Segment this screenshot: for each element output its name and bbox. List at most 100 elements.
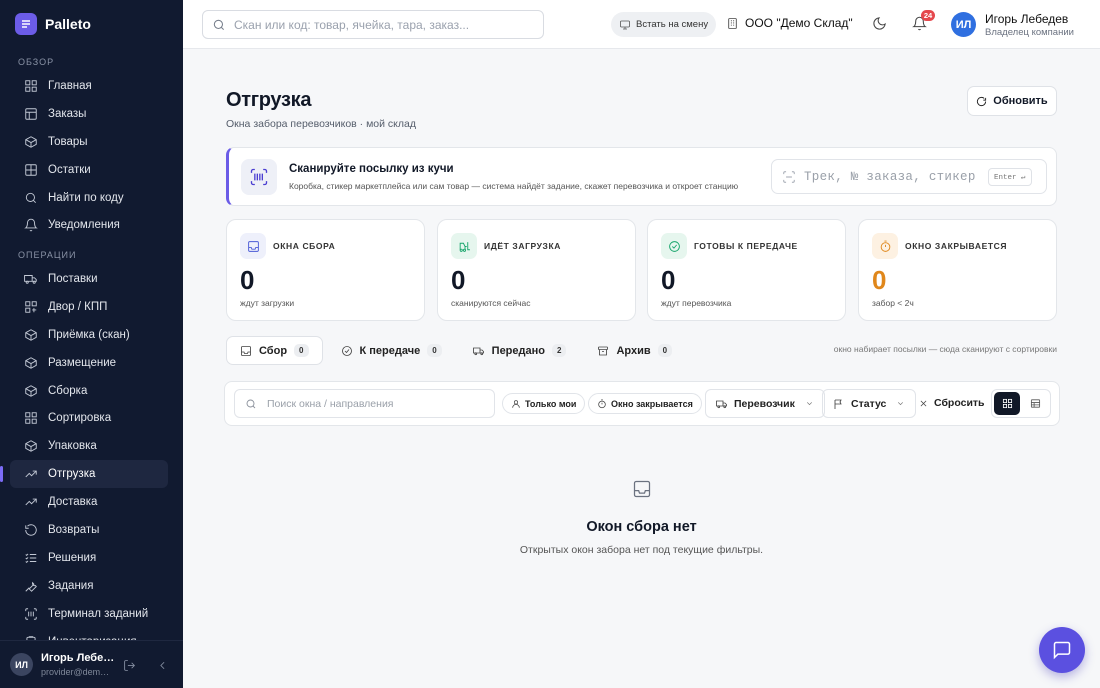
moon-icon[interactable]: [872, 16, 887, 31]
tab[interactable]: К передаче 0: [328, 336, 455, 365]
sidebar-item[interactable]: Найти по коду: [10, 184, 168, 212]
window-search-input[interactable]: [267, 397, 487, 410]
enter-key-hint: Enter ↵: [988, 167, 1032, 186]
company-switcher[interactable]: ООО "Демо Склад": [726, 16, 853, 30]
sidebar-item[interactable]: Остатки: [10, 156, 168, 184]
sidebar-item[interactable]: Терминал заданий: [10, 600, 168, 628]
sidebar-item[interactable]: Сортировка: [10, 404, 168, 432]
sidebar-item[interactable]: Решения: [10, 544, 168, 572]
sidebar-item[interactable]: Упаковка: [10, 432, 168, 460]
start-shift-button[interactable]: Встать на смену: [611, 12, 717, 37]
carrier-label: Перевозчик: [734, 397, 795, 410]
tab[interactable]: Архив 0: [584, 336, 685, 365]
user-name[interactable]: Игорь Лебедев: [985, 12, 1068, 26]
tab-label: Сбор: [259, 344, 288, 357]
sidebar-item-label: Задания: [48, 579, 94, 592]
scan-input[interactable]: [804, 169, 980, 184]
sidebar-item[interactable]: Задания: [10, 572, 168, 600]
sidebar-item-label: Двор / КПП: [48, 300, 108, 313]
return-icon: [24, 523, 38, 537]
kpi-card[interactable]: ОКНО ЗАКРЫВАЕТСЯ 0 забор < 2ч: [858, 219, 1057, 321]
sidebar-item[interactable]: Заказы: [10, 100, 168, 128]
sidebar-item-label: Решения: [48, 551, 97, 564]
window-search[interactable]: [234, 389, 495, 418]
scan-description: Коробка, стикер маркетплейса или сам тов…: [289, 181, 739, 191]
carrier-dropdown[interactable]: Перевозчик: [705, 389, 825, 418]
grid-icon: [24, 411, 38, 425]
orders-icon: [24, 107, 38, 121]
kpi-card[interactable]: ОКНА СБОРА 0 ждут загрузки: [226, 219, 425, 321]
chevron-down-icon: [892, 399, 905, 408]
sidebar-item-label: Доставка: [48, 496, 98, 509]
kpi-label: ИДЁТ ЗАГРУЗКА: [484, 241, 561, 251]
bell-icon: [24, 218, 38, 232]
reset-filters-button[interactable]: Сбросить: [919, 397, 985, 409]
check-circle-icon: [341, 345, 353, 357]
sidebar-item[interactable]: Приёмка (скан): [10, 321, 168, 349]
kpi-label: ГОТОВЫ К ПЕРЕДАЧЕ: [694, 241, 798, 251]
collapse-sidebar-icon[interactable]: [156, 659, 169, 672]
truck-icon: [24, 272, 38, 286]
status-dropdown[interactable]: Статус: [822, 389, 917, 418]
sidebar-item[interactable]: Размещение: [10, 349, 168, 377]
box-icon: [24, 439, 38, 453]
search-icon: [24, 191, 38, 205]
section-label-operations: ОПЕРАЦИИ: [18, 250, 77, 260]
sidebar-item[interactable]: Товары: [10, 128, 168, 156]
sidebar-item[interactable]: Доставка: [10, 488, 168, 516]
sidebar-item[interactable]: Главная: [10, 72, 168, 100]
sidebar-item[interactable]: Поставки: [10, 265, 168, 293]
avatar[interactable]: ИЛ: [10, 653, 33, 676]
refresh-button[interactable]: Обновить: [967, 86, 1057, 116]
sidebar-item[interactable]: Возвраты: [10, 516, 168, 544]
sidebar-item[interactable]: Отгрузка: [0, 460, 168, 489]
sidebar-item-label: Поставки: [48, 272, 98, 285]
closing-window-filter[interactable]: Окно закрывается: [588, 393, 702, 414]
wrench-icon: [24, 579, 38, 593]
tab[interactable]: Передано 2: [460, 336, 580, 365]
sidebar-user-name: Игорь Лебе…: [41, 652, 115, 664]
kpi-value: 0: [661, 265, 676, 295]
only-mine-filter[interactable]: Только мои: [502, 393, 586, 414]
box-icon: [24, 356, 38, 370]
logo-icon: [15, 13, 37, 35]
kpi-note: сканируются сейчас: [451, 298, 531, 308]
box-icon: [24, 135, 38, 149]
refresh-icon: [976, 96, 987, 107]
grid-view-button[interactable]: [994, 392, 1020, 415]
sidebar-item[interactable]: Двор / КПП: [10, 293, 168, 321]
timer-icon: [872, 233, 898, 259]
tab-label: Архив: [616, 344, 651, 357]
kpi-note: забор < 2ч: [872, 298, 914, 308]
sidebar-item-label: Терминал заданий: [48, 607, 149, 620]
global-search-input[interactable]: [234, 17, 524, 32]
logout-icon[interactable]: [123, 659, 136, 672]
sidebar-item-label: Главная: [48, 79, 92, 92]
sidebar-item[interactable]: Сборка: [10, 377, 168, 405]
company-name: ООО "Демо Склад": [745, 16, 853, 30]
kpi-value: 0: [872, 265, 887, 295]
sidebar-item-label: Заказы: [48, 107, 87, 120]
sidebar-item-label: Возвраты: [48, 523, 100, 536]
chat-icon: [1052, 640, 1072, 660]
chat-button[interactable]: [1039, 627, 1085, 673]
kpi-card[interactable]: ИДЁТ ЗАГРУЗКА 0 сканируются сейчас: [437, 219, 636, 321]
kpi-card[interactable]: ГОТОВЫ К ПЕРЕДАЧЕ 0 ждут перевозчика: [647, 219, 846, 321]
scan-title: Сканируйте посылку из кучи: [289, 163, 454, 175]
truck-icon: [716, 398, 728, 410]
grid-icon: [1002, 398, 1013, 409]
section-label-overview: ОБЗОР: [18, 57, 55, 67]
empty-state-subtitle: Открытых окон забора нет под текущие фил…: [519, 544, 764, 556]
brand[interactable]: Palleto: [15, 13, 91, 35]
global-search[interactable]: [202, 10, 544, 39]
tab-count: 2: [551, 344, 567, 357]
sidebar-item[interactable]: Уведомления: [10, 211, 168, 239]
sidebar-item-label: Остатки: [48, 163, 91, 176]
tab-count: 0: [427, 344, 442, 357]
filter-bar: Только мои Окно закрывается Перевозчик С…: [224, 381, 1060, 426]
topbar: Встать на смену ООО "Демо Склад" 24 ИЛ И…: [183, 0, 1100, 49]
avatar[interactable]: ИЛ: [951, 12, 976, 37]
scan-field[interactable]: Enter ↵: [771, 159, 1047, 194]
list-view-button[interactable]: [1022, 392, 1048, 415]
tab[interactable]: Сбор 0: [226, 336, 323, 365]
